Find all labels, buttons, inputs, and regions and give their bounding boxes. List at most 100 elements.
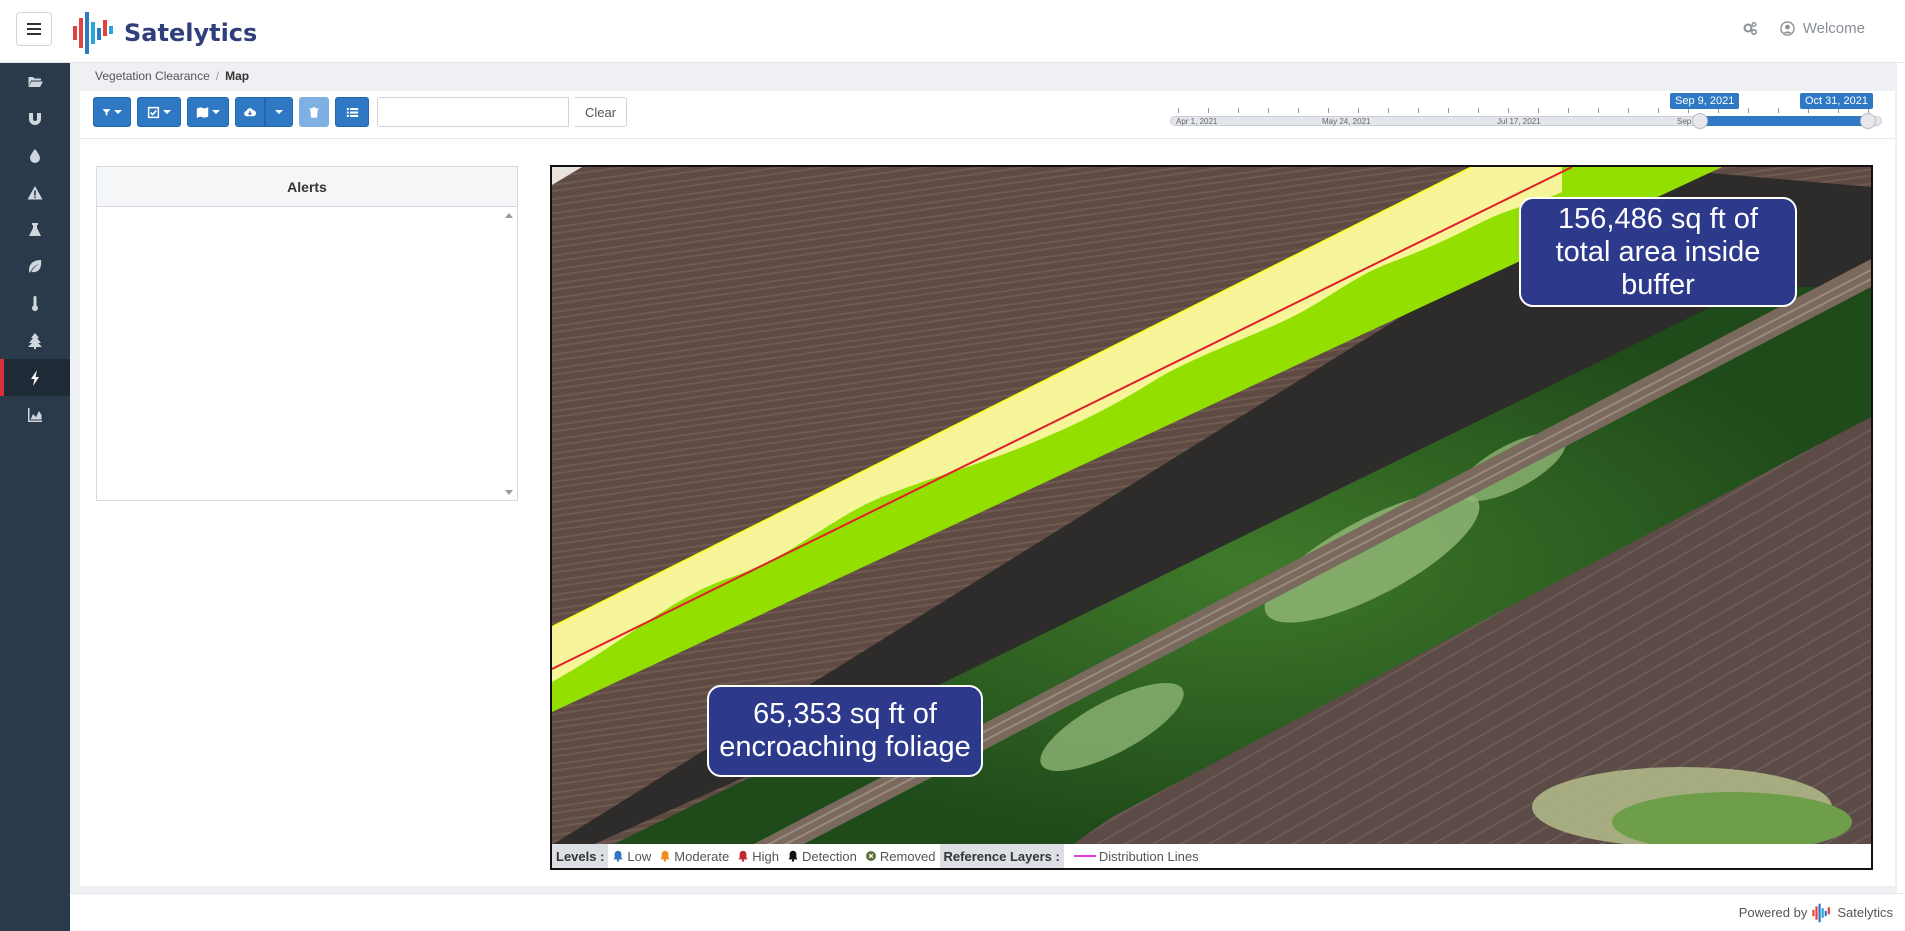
timeline-label: Sep bbox=[1677, 117, 1692, 126]
timeline-label: May 24, 2021 bbox=[1322, 117, 1371, 126]
chevron-down-icon bbox=[275, 110, 283, 114]
bolt-icon bbox=[31, 369, 39, 386]
legend-removed: Removed bbox=[865, 849, 936, 864]
date-range-slider[interactable]: Apr 1, 2021 May 24, 2021 Jul 17, 2021 Se… bbox=[1170, 93, 1885, 133]
timeline-label: Apr 1, 2021 bbox=[1176, 117, 1218, 126]
sidebar-item-water[interactable] bbox=[0, 137, 70, 174]
bell-icon bbox=[660, 850, 670, 862]
user-menu[interactable]: Welcome bbox=[1779, 20, 1865, 37]
sidebar-item-vegetation[interactable] bbox=[0, 248, 70, 285]
filter-button[interactable] bbox=[93, 97, 131, 127]
header-actions: Welcome bbox=[1742, 20, 1865, 37]
legend-distribution-label: Distribution Lines bbox=[1098, 848, 1199, 864]
legend-levels-label: Levels : bbox=[552, 844, 609, 868]
map-icon bbox=[196, 106, 209, 118]
droplet-icon bbox=[30, 148, 40, 163]
encroaching-foliage-callout: 65,353 sq ft of encroaching foliage bbox=[707, 685, 983, 777]
breadcrumb: Vegetation Clearance / Map bbox=[95, 69, 249, 83]
bell-icon bbox=[788, 850, 798, 862]
main-content: Vegetation Clearance / Map Clear Apr 1, … bbox=[70, 63, 1905, 893]
breadcrumb-current: Map bbox=[225, 69, 250, 83]
top-bar: Satelytics Welcome bbox=[0, 0, 1905, 63]
footer-brand: Satelytics bbox=[1837, 905, 1893, 920]
welcome-label: Welcome bbox=[1802, 20, 1865, 37]
sidebar bbox=[0, 63, 70, 931]
filter-icon bbox=[102, 108, 111, 116]
toolbar: Clear bbox=[93, 96, 628, 128]
sidebar-item-analytics[interactable] bbox=[0, 396, 70, 433]
flask-icon bbox=[29, 222, 41, 236]
alerts-panel: Alerts bbox=[96, 166, 518, 501]
settings-button[interactable] bbox=[1742, 21, 1758, 37]
chevron-down-icon bbox=[114, 110, 122, 114]
sidebar-item-chemistry[interactable] bbox=[0, 211, 70, 248]
scroll-down-icon[interactable] bbox=[505, 490, 513, 495]
satelytics-logo-icon bbox=[73, 12, 113, 54]
satelytics-logo-icon bbox=[1812, 903, 1831, 922]
sidebar-item-power[interactable] bbox=[0, 359, 70, 396]
legend-detection-label: Detection bbox=[801, 848, 857, 864]
chevron-down-icon bbox=[163, 110, 171, 114]
encroaching-foliage-text: 65,353 sq ft of encroaching foliage bbox=[719, 698, 971, 763]
sidebar-item-warnings[interactable] bbox=[0, 174, 70, 211]
app-logo[interactable]: Satelytics bbox=[70, 8, 257, 58]
list-view-button[interactable] bbox=[335, 97, 369, 127]
list-icon bbox=[346, 107, 358, 117]
timeline-start-handle[interactable] bbox=[1692, 113, 1708, 129]
bell-icon bbox=[613, 850, 623, 862]
download-options-button[interactable] bbox=[265, 97, 293, 127]
search-input[interactable] bbox=[377, 97, 569, 127]
sidebar-item-magnet[interactable] bbox=[0, 100, 70, 137]
alerts-scrollbar[interactable] bbox=[503, 209, 515, 499]
bell-icon bbox=[738, 850, 748, 862]
alerts-title: Alerts bbox=[97, 167, 517, 207]
total-area-text: 156,486 sq ft of total area inside buffe… bbox=[1555, 202, 1761, 301]
legend-detection: Detection bbox=[787, 849, 857, 864]
leaf-icon bbox=[29, 259, 42, 273]
timeline-selected-range bbox=[1700, 116, 1868, 126]
toolbar-divider bbox=[80, 138, 1895, 139]
timeline-end-handle[interactable] bbox=[1860, 113, 1876, 129]
total-area-callout: 156,486 sq ft of total area inside buffe… bbox=[1519, 197, 1797, 307]
breadcrumb-separator: / bbox=[215, 69, 220, 83]
select-button[interactable] bbox=[137, 97, 181, 127]
scroll-up-icon[interactable] bbox=[505, 213, 513, 218]
breadcrumb-parent-link[interactable]: Vegetation Clearance bbox=[95, 69, 210, 83]
clear-button[interactable]: Clear bbox=[575, 97, 628, 127]
legend-moderate-label: Moderate bbox=[674, 848, 730, 864]
map-view[interactable]: 65,353 sq ft of encroaching foliage 156,… bbox=[550, 165, 1873, 870]
sidebar-item-projects[interactable] bbox=[0, 63, 70, 100]
delete-button[interactable] bbox=[299, 97, 329, 127]
folder-open-icon bbox=[28, 76, 43, 87]
sidebar-item-trees[interactable] bbox=[0, 322, 70, 359]
right-gutter bbox=[1897, 63, 1905, 931]
thermometer-icon bbox=[32, 295, 38, 311]
menu-toggle-button[interactable] bbox=[16, 12, 52, 46]
download-split-button bbox=[235, 97, 293, 127]
legend-high-label: High bbox=[752, 848, 779, 864]
area-chart-icon bbox=[28, 407, 42, 422]
sidebar-item-temperature[interactable] bbox=[0, 285, 70, 322]
footer: Powered by Satelytics bbox=[70, 893, 1905, 931]
cogs-icon bbox=[1743, 21, 1757, 35]
legend-removed-label: Removed bbox=[879, 848, 936, 864]
tree-icon bbox=[28, 332, 42, 349]
legend-reference-label: Reference Layers : bbox=[939, 844, 1064, 868]
map-legend: Levels : Low Moderate High Detection Rem… bbox=[552, 844, 1871, 868]
timeline-start-badge: Sep 9, 2021 bbox=[1670, 93, 1740, 109]
user-circle-icon bbox=[1779, 21, 1795, 36]
legend-high: High bbox=[737, 849, 779, 864]
distribution-line-swatch bbox=[1073, 855, 1096, 857]
hamburger-icon bbox=[27, 28, 41, 30]
powered-by-label: Powered by bbox=[1738, 905, 1808, 920]
download-button[interactable] bbox=[235, 97, 265, 127]
magnet-icon bbox=[29, 112, 41, 125]
map-layers-button[interactable] bbox=[187, 97, 229, 127]
legend-distribution-lines: Distribution Lines bbox=[1068, 849, 1199, 864]
cloud-download-icon bbox=[244, 107, 256, 116]
legend-low: Low bbox=[612, 849, 651, 864]
legend-moderate: Moderate bbox=[659, 849, 729, 864]
timeline-label: Jul 17, 2021 bbox=[1497, 117, 1541, 126]
check-square-icon bbox=[147, 106, 160, 118]
legend-low-label: Low bbox=[627, 848, 652, 864]
